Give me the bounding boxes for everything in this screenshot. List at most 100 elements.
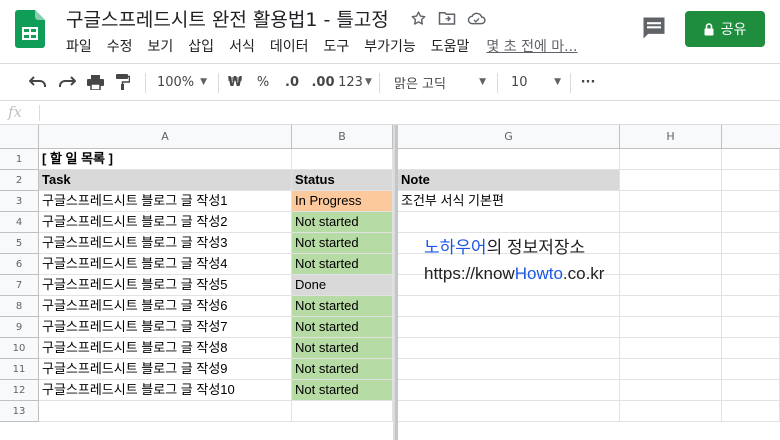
menu-file[interactable]: 파일: [66, 36, 92, 56]
row-header[interactable]: 9: [0, 317, 39, 338]
cell-x12[interactable]: [722, 380, 780, 401]
cell-g12[interactable]: [398, 380, 620, 401]
row-header[interactable]: 6: [0, 254, 39, 275]
row-header[interactable]: 12: [0, 380, 39, 401]
cell-a10[interactable]: 구글스프레드시트 블로그 글 작성8: [39, 338, 292, 359]
comment-icon[interactable]: [640, 14, 668, 42]
font-family-select[interactable]: 맑은 고딕 ▼: [386, 64, 492, 100]
cell-a7[interactable]: 구글스프레드시트 블로그 글 작성5: [39, 275, 292, 296]
cell-g4[interactable]: [398, 212, 620, 233]
row-header[interactable]: 8: [0, 296, 39, 317]
cell-h10[interactable]: [620, 338, 722, 359]
column-header-g[interactable]: G: [398, 125, 620, 149]
cell-h8[interactable]: [620, 296, 722, 317]
row-header[interactable]: 7: [0, 275, 39, 296]
menu-tools[interactable]: 도구: [323, 36, 349, 56]
cell-g3[interactable]: 조건부 서식 기본편: [398, 191, 620, 212]
cell-h12[interactable]: [620, 380, 722, 401]
cell-h11[interactable]: [620, 359, 722, 380]
cell-b10[interactable]: Not started: [292, 338, 393, 359]
cell-x9[interactable]: [722, 317, 780, 338]
column-header-b[interactable]: B: [292, 125, 393, 149]
menu-view[interactable]: 보기: [148, 36, 174, 56]
increase-decimal-button[interactable]: .00: [310, 64, 336, 100]
cell-a13[interactable]: [39, 401, 292, 422]
cell-x4[interactable]: [722, 212, 780, 233]
cell-a11[interactable]: 구글스프레드시트 블로그 글 작성9: [39, 359, 292, 380]
cell-g11[interactable]: [398, 359, 620, 380]
menu-insert[interactable]: 삽입: [188, 36, 214, 56]
cell-b13[interactable]: [292, 401, 393, 422]
column-header-a[interactable]: A: [39, 125, 292, 149]
last-edit-link[interactable]: 몇 초 전에 마...: [486, 36, 577, 56]
cell-a6[interactable]: 구글스프레드시트 블로그 글 작성4: [39, 254, 292, 275]
cell-b5[interactable]: Not started: [292, 233, 393, 254]
cell-x13[interactable]: [722, 401, 780, 422]
menu-help[interactable]: 도움말: [431, 36, 470, 56]
cell-x11[interactable]: [722, 359, 780, 380]
cell-h1[interactable]: [620, 149, 722, 170]
cell-h6[interactable]: [620, 254, 722, 275]
cell-b4[interactable]: Not started: [292, 212, 393, 233]
menu-format[interactable]: 서식: [229, 36, 255, 56]
share-button[interactable]: 공유: [685, 11, 765, 47]
cell-a2[interactable]: Task: [39, 170, 292, 191]
row-header[interactable]: 10: [0, 338, 39, 359]
move-folder-icon[interactable]: [437, 8, 457, 28]
more-options-button[interactable]: ···: [576, 64, 600, 100]
cell-x2[interactable]: [722, 170, 780, 191]
cell-b8[interactable]: Not started: [292, 296, 393, 317]
star-icon[interactable]: [408, 8, 428, 28]
cell-g8[interactable]: [398, 296, 620, 317]
row-header[interactable]: 4: [0, 212, 39, 233]
cell-h3[interactable]: [620, 191, 722, 212]
cell-g10[interactable]: [398, 338, 620, 359]
cell-x3[interactable]: [722, 191, 780, 212]
cell-b1[interactable]: [292, 149, 393, 170]
cell-a9[interactable]: 구글스프레드시트 블로그 글 작성7: [39, 317, 292, 338]
cloud-saved-icon[interactable]: [466, 8, 486, 28]
cell-x5[interactable]: [722, 233, 780, 254]
document-title[interactable]: 구글스프레드시트 완전 활용법1 - 틀고정: [66, 5, 389, 32]
cell-b2[interactable]: Status: [292, 170, 393, 191]
cell-b3[interactable]: In Progress: [292, 191, 393, 212]
row-header[interactable]: 5: [0, 233, 39, 254]
column-header-h[interactable]: H: [620, 125, 722, 149]
sheets-logo-icon[interactable]: [15, 10, 45, 48]
cell-g13[interactable]: [398, 401, 620, 422]
cell-x7[interactable]: [722, 275, 780, 296]
cell-b9[interactable]: Not started: [292, 317, 393, 338]
cell-h2[interactable]: [620, 170, 722, 191]
cell-x6[interactable]: [722, 254, 780, 275]
cell-b7[interactable]: Done: [292, 275, 393, 296]
cell-h7[interactable]: [620, 275, 722, 296]
cell-a1[interactable]: [ 할 일 목록 ]: [39, 149, 292, 170]
menu-data[interactable]: 데이터: [270, 36, 309, 56]
cell-b6[interactable]: Not started: [292, 254, 393, 275]
cell-h13[interactable]: [620, 401, 722, 422]
cell-a4[interactable]: 구글스프레드시트 블로그 글 작성2: [39, 212, 292, 233]
cell-b12[interactable]: Not started: [292, 380, 393, 401]
menu-edit[interactable]: 수정: [107, 36, 133, 56]
cell-a3[interactable]: 구글스프레드시트 블로그 글 작성1: [39, 191, 292, 212]
cell-a5[interactable]: 구글스프레드시트 블로그 글 작성3: [39, 233, 292, 254]
cell-h4[interactable]: [620, 212, 722, 233]
row-header[interactable]: 13: [0, 401, 39, 422]
decrease-decimal-button[interactable]: .0: [280, 64, 304, 100]
row-header[interactable]: 11: [0, 359, 39, 380]
cell-h5[interactable]: [620, 233, 722, 254]
currency-format-button[interactable]: ₩: [224, 64, 246, 100]
row-header[interactable]: 3: [0, 191, 39, 212]
print-icon[interactable]: [83, 64, 107, 100]
cell-g9[interactable]: [398, 317, 620, 338]
cell-a12[interactable]: 구글스프레드시트 블로그 글 작성10: [39, 380, 292, 401]
percent-format-button[interactable]: %: [252, 64, 274, 100]
redo-icon[interactable]: [55, 64, 79, 100]
cell-b11[interactable]: Not started: [292, 359, 393, 380]
zoom-select[interactable]: 100% ▼: [151, 64, 213, 100]
row-header[interactable]: 2: [0, 170, 39, 191]
undo-icon[interactable]: [26, 64, 50, 100]
cell-x1[interactable]: [722, 149, 780, 170]
cell-x8[interactable]: [722, 296, 780, 317]
font-size-select[interactable]: 10 ▼: [503, 64, 565, 100]
